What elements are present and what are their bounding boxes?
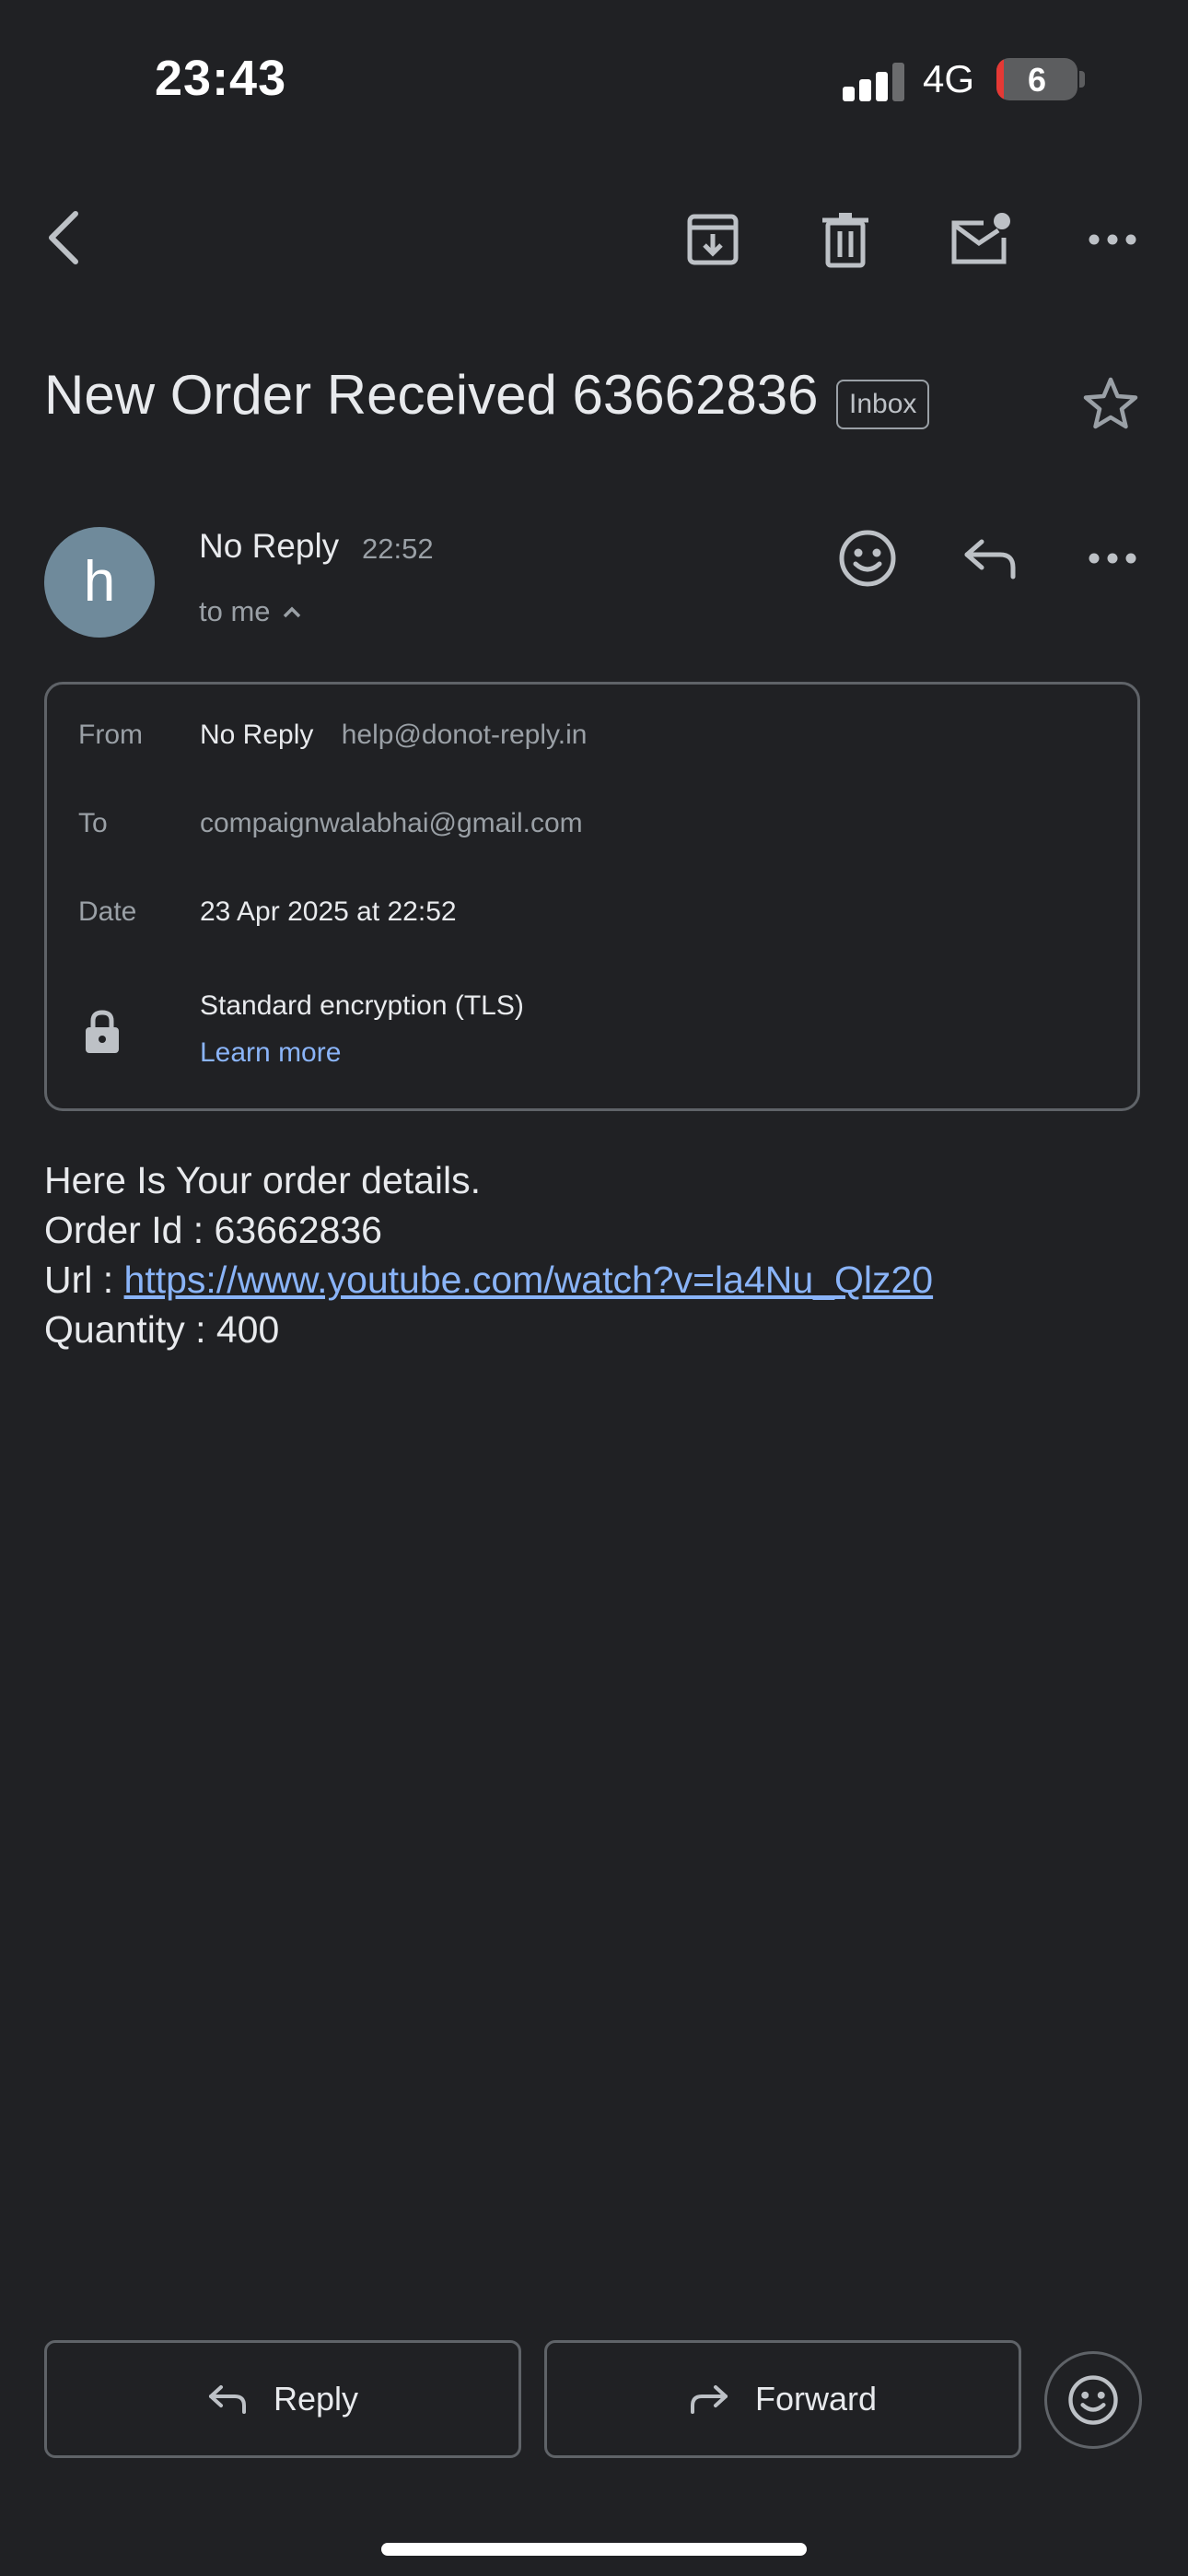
message-more-button[interactable] bbox=[1077, 525, 1147, 591]
avatar[interactable]: h bbox=[44, 527, 155, 638]
signal-strength-icon bbox=[843, 63, 905, 101]
email-subject: New Order Received 63662836 bbox=[44, 364, 819, 426]
to-label: To bbox=[78, 808, 108, 838]
emoji-icon bbox=[839, 530, 896, 587]
forward-button[interactable]: Forward bbox=[544, 2340, 1021, 2458]
delete-button[interactable] bbox=[810, 205, 880, 275]
from-name: No Reply bbox=[200, 720, 314, 750]
encryption-status: Standard encryption (TLS) bbox=[200, 990, 524, 1021]
sent-time: 22:52 bbox=[362, 533, 434, 565]
chevron-up-icon bbox=[283, 606, 300, 618]
reply-button[interactable]: Reply bbox=[44, 2340, 521, 2458]
learn-more-link[interactable]: Learn more bbox=[200, 1037, 341, 1069]
from-email[interactable]: help@donot-reply.in bbox=[342, 720, 588, 750]
url-label: Url : bbox=[44, 1259, 124, 1301]
home-indicator[interactable] bbox=[381, 2543, 807, 2556]
mark-unread-button[interactable] bbox=[943, 205, 1017, 275]
body-line-order-id: Order Id : 63662836 bbox=[44, 1209, 382, 1251]
date-label: Date bbox=[78, 896, 137, 927]
reply-icon-button[interactable] bbox=[954, 525, 1026, 591]
emoji-icon bbox=[1068, 2375, 1118, 2425]
trash-icon bbox=[822, 213, 868, 268]
to-email[interactable]: compaignwalabhai@gmail.com bbox=[200, 808, 583, 839]
reply-icon bbox=[964, 539, 1016, 580]
mark-unread-icon bbox=[951, 213, 1010, 264]
reply-label: Reply bbox=[273, 2380, 359, 2418]
battery-percent: 6 bbox=[1027, 61, 1047, 99]
star-button[interactable] bbox=[1077, 370, 1144, 437]
inbox-label-chip[interactable]: Inbox bbox=[836, 380, 930, 429]
order-url-link[interactable]: https://www.youtube.com/watch?v=la4Nu_Ql… bbox=[124, 1259, 934, 1301]
lock-icon bbox=[86, 1010, 119, 1053]
reply-icon bbox=[208, 2385, 246, 2414]
archive-icon bbox=[687, 214, 739, 265]
back-button[interactable] bbox=[29, 205, 96, 271]
from-label: From bbox=[78, 720, 143, 750]
body-line-greeting: Here Is Your order details. bbox=[44, 1159, 482, 1201]
recipient-summary: to me bbox=[199, 595, 271, 627]
archive-button[interactable] bbox=[678, 205, 748, 275]
more-icon bbox=[1089, 234, 1136, 245]
network-type: 4G bbox=[923, 57, 975, 100]
back-arrow-icon bbox=[49, 211, 78, 264]
sender-name: No Reply bbox=[199, 527, 340, 565]
status-time: 23:43 bbox=[155, 51, 287, 106]
react-button[interactable] bbox=[1044, 2351, 1142, 2449]
message-details-card: From No Reply help@donot-reply.in To com… bbox=[44, 682, 1140, 1111]
forward-label: Forward bbox=[754, 2380, 878, 2418]
body-line-url: Url : https://www.youtube.com/watch?v=la… bbox=[44, 1255, 933, 1305]
body-line-quantity: Quantity : 400 bbox=[44, 1308, 280, 1351]
from-value: No Reply help@donot-reply.in bbox=[200, 720, 587, 751]
more-options-button[interactable] bbox=[1077, 205, 1147, 275]
battery-nub bbox=[1079, 71, 1085, 88]
date-value: 23 Apr 2025 at 22:52 bbox=[200, 896, 457, 927]
add-reaction-button[interactable] bbox=[834, 525, 901, 591]
forward-icon bbox=[690, 2385, 728, 2414]
more-icon bbox=[1089, 553, 1136, 564]
email-body: Here Is Your order details. Order Id : 6… bbox=[44, 1155, 933, 1354]
battery-icon: 6 bbox=[996, 58, 1077, 100]
recipient-toggle[interactable]: to me bbox=[199, 595, 302, 628]
star-icon bbox=[1083, 377, 1138, 429]
